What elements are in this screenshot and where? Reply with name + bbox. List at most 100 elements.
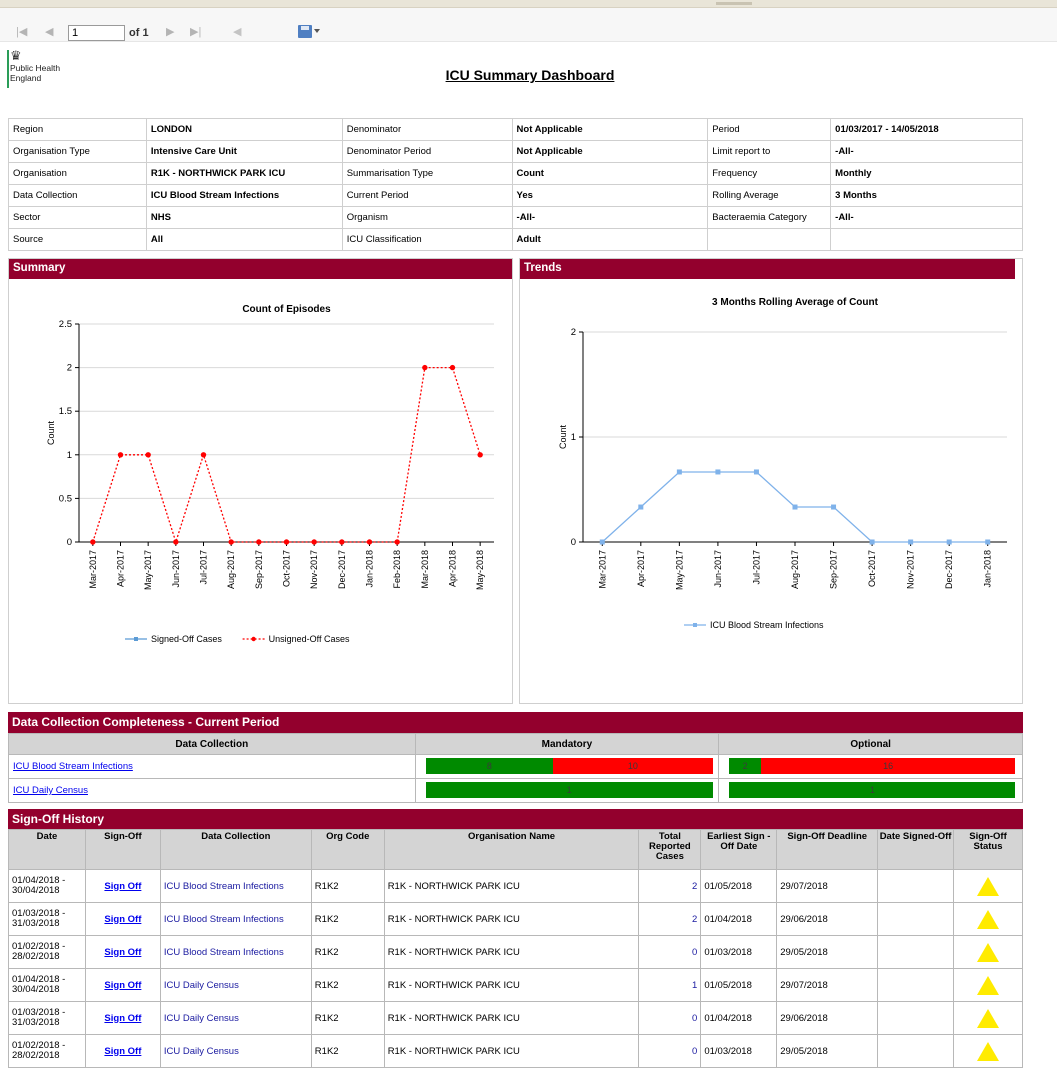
status-cell (953, 902, 1023, 936)
data-point (256, 539, 262, 545)
param-value: Not Applicable (511, 140, 709, 163)
date-end: 28/02/2018 (12, 951, 60, 962)
legend-marker (693, 623, 697, 627)
data-point (676, 469, 682, 475)
legend-label: ICU Blood Stream Infections (710, 620, 824, 630)
collection-link[interactable]: ICU Daily Census (13, 785, 88, 796)
data-point (831, 504, 837, 510)
resize-grip[interactable] (716, 2, 752, 5)
mandatory-complete-segment: 8 (425, 758, 554, 774)
mandatory-incomplete-segment: 10 (553, 758, 713, 774)
data-collection-cell: ICU Daily Census (159, 968, 312, 1002)
collection-link[interactable]: ICU Blood Stream Infections (13, 761, 133, 772)
data-point (449, 364, 456, 371)
date-end: 30/04/2018 (12, 885, 60, 896)
date-signed-off-cell (877, 935, 955, 969)
top-strip (0, 0, 1057, 8)
count-of-episodes-chart: Count of Episodes Count 0 0.5 1 1.5 2 2.5 Mar-20… (46, 304, 494, 644)
first-page-icon[interactable]: |◀ (16, 27, 27, 38)
earliest-signoff-cell: 01/03/2018 (700, 1034, 778, 1068)
y-tick-label: 1.5 (59, 406, 72, 417)
date-signed-off-cell (877, 968, 955, 1002)
data-point (638, 504, 644, 510)
org-code-cell: R1K2 (310, 869, 385, 903)
history-row: 01/02/2018 -28/02/2018 Sign Off ICU Daily … (8, 1034, 1023, 1068)
param-label: Sector (8, 206, 147, 229)
x-tick-label: Dec-2017 (944, 550, 954, 589)
date-signed-off-cell (877, 869, 955, 903)
warning-icon (977, 942, 1000, 962)
org-code-cell: R1K2 (310, 968, 385, 1002)
sign-off-link[interactable]: Sign Off (104, 947, 141, 958)
data-collection-cell: ICU Daily Census (159, 1001, 312, 1035)
history-col-header: Sign-Off Status (953, 829, 1023, 870)
total-cases-cell: 0 (638, 1034, 702, 1068)
sign-off-link[interactable]: Sign Off (104, 1046, 141, 1057)
y-axis-label: Count (46, 421, 56, 446)
data-point (145, 452, 151, 458)
warning-icon (977, 1008, 1000, 1028)
data-point (985, 539, 991, 545)
param-label: Data Collection (8, 184, 147, 207)
last-page-icon[interactable]: ▶| (190, 27, 201, 38)
org-name-cell: R1K - NORTHWICK PARK ICU (383, 968, 640, 1002)
param-row: Organisation R1K - NORTHWICK PARK ICU Summ… (8, 162, 1023, 185)
y-tick-label: 1 (67, 450, 72, 461)
y-tick-label: 0 (67, 537, 72, 548)
x-tick-label: May-2017 (143, 550, 153, 590)
sign-off-link[interactable]: Sign Off (104, 914, 141, 925)
history-row: 01/02/2018 -28/02/2018 Sign Off ICU Blood … (8, 935, 1023, 969)
earliest-signoff-cell: 01/03/2018 (700, 935, 778, 969)
y-tick-label: 0 (571, 537, 576, 548)
legend-marker (134, 637, 138, 641)
total-cases-cell: 1 (638, 968, 702, 1002)
param-value: Intensive Care Unit (145, 140, 343, 163)
date-signed-off-cell (877, 1034, 955, 1068)
param-label: Period (707, 118, 832, 141)
page-number-input[interactable] (68, 25, 125, 41)
data-point (422, 364, 428, 371)
optional-incomplete-segment: 16 (761, 758, 1016, 774)
x-tick-label: Jul-2017 (751, 550, 761, 585)
export-save-icon[interactable] (298, 25, 312, 38)
date-end: 28/02/2018 (12, 1050, 60, 1061)
x-tick-label: Sep-2017 (829, 550, 839, 589)
data-point (599, 539, 605, 545)
date-signed-off-cell (877, 902, 955, 936)
data-collection-cell: ICU Blood Stream Infections (159, 935, 312, 969)
date-cell: 01/04/2018 -30/04/2018 (8, 968, 86, 1002)
warning-icon (977, 975, 1000, 995)
signoff-history-table: Date Sign-Off Data Collection Org Code Organ… (8, 829, 1023, 1068)
history-col-header: Organisation Name (383, 829, 640, 870)
param-value: Adult (511, 228, 709, 251)
back-icon[interactable]: ◀ (233, 27, 241, 38)
page-count-label: of 1 (129, 27, 149, 39)
x-tick-label: Oct-2017 (282, 550, 292, 587)
signoff-cell: Sign Off (84, 1034, 161, 1068)
previous-page-icon[interactable]: ◀ (45, 27, 53, 38)
legend-label: Signed-Off Cases (151, 634, 222, 644)
history-col-header: Org Code (310, 829, 385, 870)
warning-icon (977, 876, 1000, 896)
earliest-signoff-cell: 01/04/2018 (700, 1001, 778, 1035)
completeness-table: Data Collection Mandatory Optional ICU B… (8, 733, 1023, 803)
signoff-cell: Sign Off (84, 902, 161, 936)
param-label: ICU Classification (341, 228, 513, 251)
org-name-cell: R1K - NORTHWICK PARK ICU (383, 1034, 640, 1068)
sign-off-link[interactable]: Sign Off (104, 881, 141, 892)
data-point (311, 539, 317, 545)
param-label: Denominator Period (341, 140, 513, 163)
date-end: 31/03/2018 (12, 1017, 60, 1028)
collection-cell: ICU Blood Stream Infections (8, 754, 416, 779)
next-page-icon[interactable]: ▶ (166, 27, 174, 38)
date-cell: 01/02/2018 -28/02/2018 (8, 935, 86, 969)
param-value: LONDON (145, 118, 343, 141)
data-point (228, 539, 234, 545)
sign-off-link[interactable]: Sign Off (104, 1013, 141, 1024)
y-tick-label: 1 (571, 432, 576, 443)
sign-off-link[interactable]: Sign Off (104, 980, 141, 991)
param-label: Denominator (341, 118, 513, 141)
data-collection-cell: ICU Blood Stream Infections (159, 902, 312, 936)
completeness-row: ICU Daily Census 1 1 (8, 778, 1023, 803)
export-dropdown-icon[interactable] (314, 29, 320, 33)
